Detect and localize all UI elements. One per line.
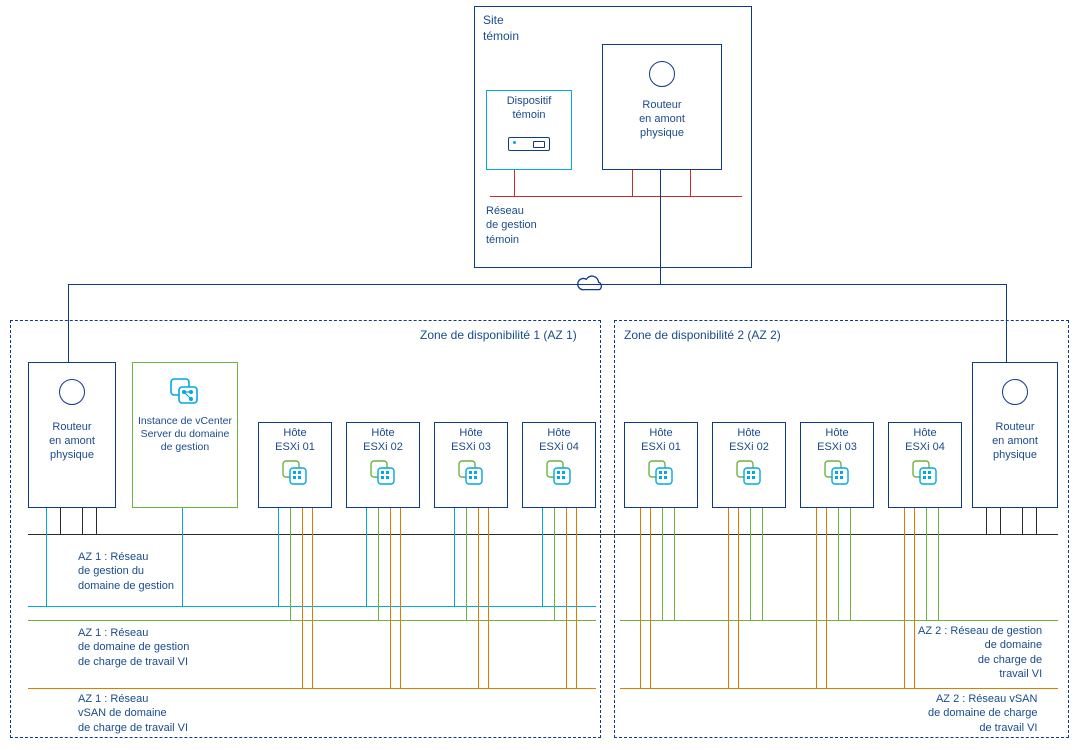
witness-mgmt-rail [490, 196, 742, 197]
host-icon [457, 459, 485, 487]
host-icon [281, 459, 309, 487]
host-label: Hôte ESXi 02 [347, 423, 419, 455]
az1-router: Routeur en amont physique [28, 362, 116, 508]
az1-vcenter: Instance de vCenter Server du domaine de… [132, 362, 238, 508]
host-label: Hôte ESXi 03 [435, 423, 507, 455]
az2-host-01: Hôte ESXi 01 [624, 422, 698, 508]
router-icon [59, 379, 85, 405]
az1-router-label: Routeur en amont physique [29, 405, 115, 462]
az1-net-mgmt-label: AZ 1 : Réseau de gestion du domaine de g… [78, 550, 174, 593]
az2-host-04: Hôte ESXi 04 [888, 422, 962, 508]
az1-host-04: Hôte ESXi 04 [522, 422, 596, 508]
host-icon [545, 459, 573, 487]
host-label: Hôte ESXi 04 [523, 423, 595, 455]
az1-host-03: Hôte ESXi 03 [434, 422, 508, 508]
witness-mgmt-label: Réseau de gestion témoin [486, 204, 537, 247]
host-label: Hôte ESXi 04 [889, 423, 961, 455]
az1-net-vi-mgmt-label: AZ 1 : Réseau de domaine de gestion de c… [78, 626, 189, 669]
az2-router: Routeur en amont physique [972, 362, 1058, 508]
router-icon [649, 61, 675, 87]
witness-site-title: Site témoin [483, 13, 519, 44]
host-icon [735, 459, 763, 487]
witness-router-label: Routeur en amont physique [603, 87, 721, 140]
az2-title: Zone de disponibilité 2 (AZ 2) [624, 328, 781, 342]
host-label: Hôte ESXi 03 [801, 423, 873, 455]
vcenter-icon [169, 377, 201, 405]
host-label: Hôte ESXi 01 [625, 423, 697, 455]
router-icon [1002, 379, 1028, 405]
az1-orange-rail [28, 688, 596, 689]
host-label: Hôte ESXi 01 [259, 423, 331, 455]
az1-host-02: Hôte ESXi 02 [346, 422, 420, 508]
host-icon [647, 459, 675, 487]
az2-host-02: Hôte ESXi 02 [712, 422, 786, 508]
az2-net-vi-mgmt-label: AZ 2 : Réseau de gestion de domaine de c… [918, 624, 1042, 681]
az2-green-rail [620, 620, 1058, 621]
witness-appliance: Dispositif témoin [486, 90, 572, 170]
host-icon [369, 459, 397, 487]
appliance-icon [508, 137, 550, 151]
host-icon [823, 459, 851, 487]
az1-host-01: Hôte ESXi 01 [258, 422, 332, 508]
witness-router: Routeur en amont physique [602, 44, 722, 170]
az2-host-03: Hôte ESXi 03 [800, 422, 874, 508]
az2-net-vsan-label: AZ 2 : Réseau vSAN de domaine de charge … [928, 692, 1037, 735]
witness-appliance-label: Dispositif témoin [487, 91, 571, 123]
az1-vcenter-label: Instance de vCenter Server du domaine de… [133, 405, 237, 454]
az1-net-vsan-label: AZ 1 : Réseau vSAN de domaine de charge … [78, 692, 188, 735]
host-label: Hôte ESXi 02 [713, 423, 785, 455]
host-icon [911, 459, 939, 487]
az1-title: Zone de disponibilité 1 (AZ 1) [420, 328, 577, 342]
az2-orange-rail [620, 688, 1058, 689]
az2-router-label: Routeur en amont physique [973, 405, 1057, 462]
